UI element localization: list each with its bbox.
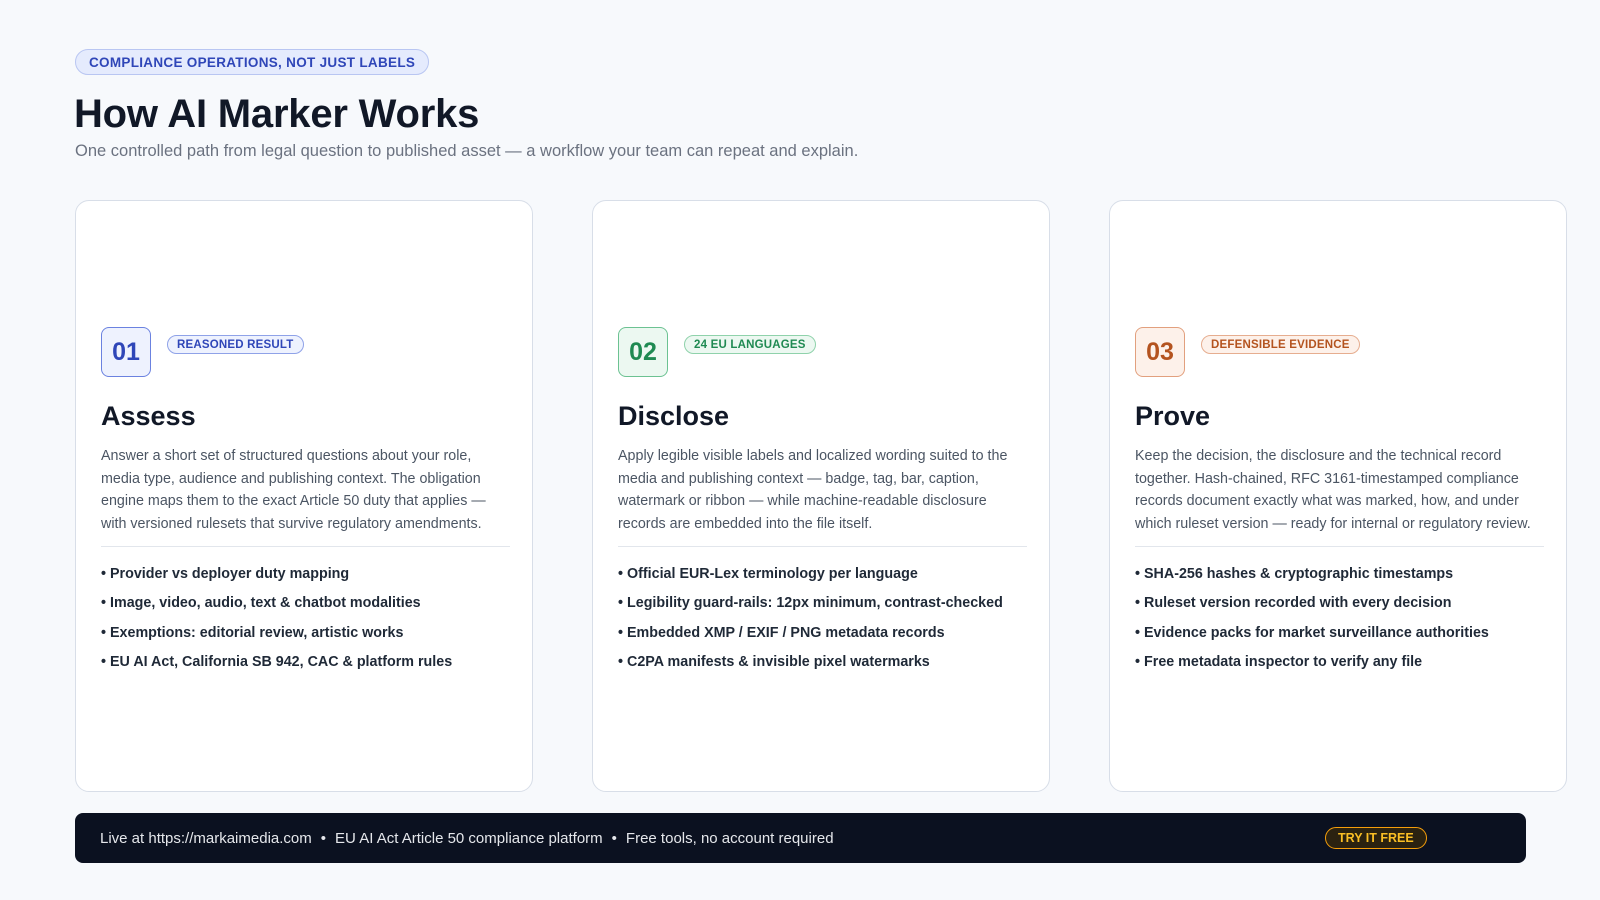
- feature-item: • Ruleset version recorded with every dec…: [1135, 595, 1452, 612]
- feature-item: • Provider vs deployer duty mapping: [101, 566, 350, 582]
- step-description: Keep the decision, the disclosure and th…: [1135, 448, 1531, 532]
- card-divider: [101, 546, 510, 547]
- feature-list: • SHA-256 hashes & cryptographic timestam…: [1135, 565, 1489, 682]
- bullet-icon: •: [618, 595, 624, 612]
- feature-item: • C2PA manifests & invisible pixel waterm…: [618, 653, 930, 670]
- feature-item: • Free metadata inspector to verify any f…: [1135, 653, 1423, 670]
- step-tag: REASONED RESULT: [167, 335, 304, 354]
- step-card-prove: 03 DEFENSIBLE EVIDENCE Prove Keep the de…: [1109, 200, 1567, 792]
- footer-bar: Live at https://markaimedia.com • EU AI …: [75, 813, 1526, 863]
- feature-item: • EU AI Act, California SB 942, CAC & pla…: [101, 653, 453, 670]
- footer-separator: •: [320, 829, 327, 847]
- page-title: How AI Marker Works: [74, 92, 480, 136]
- step-description: Apply legible visible labels and localiz…: [618, 448, 1008, 532]
- bullet-icon: •: [1135, 566, 1141, 582]
- bullet-icon: •: [618, 653, 624, 670]
- eyebrow-badge: COMPLIANCE OPERATIONS, NOT JUST LABELS: [75, 49, 430, 75]
- feature-list: • Official EUR-Lex terminology per langua…: [618, 565, 1003, 682]
- page: COMPLIANCE OPERATIONS, NOT JUST LABELS H…: [0, 0, 1600, 900]
- bullet-icon: •: [101, 624, 107, 641]
- bullet-icon: •: [101, 595, 107, 612]
- feature-item: • Evidence packs for market surveillance …: [1135, 624, 1489, 641]
- bullet-icon: •: [101, 653, 107, 670]
- bullet-icon: •: [1135, 595, 1141, 612]
- feature-list: • Provider vs deployer duty mapping • Imag…: [101, 565, 452, 682]
- step-tag: DEFENSIBLE EVIDENCE: [1201, 335, 1360, 354]
- bullet-icon: •: [618, 624, 624, 641]
- card-divider: [1135, 546, 1544, 547]
- feature-item: • SHA-256 hashes & cryptographic timestam…: [1135, 566, 1454, 582]
- footer-separator: •: [611, 829, 617, 847]
- try-it-free-button[interactable]: TRY IT FREE: [1325, 827, 1427, 849]
- feature-item: • Legibility guard-rails: 12px minimum, c…: [618, 595, 1003, 612]
- step-card-disclose: 02 24 EU LANGUAGES Disclose Apply legibl…: [592, 200, 1050, 792]
- footer-url-text: Live at https://markaimedia.com: [100, 829, 312, 847]
- feature-item: • Official EUR-Lex terminology per langua…: [618, 566, 918, 582]
- bullet-icon: •: [1135, 653, 1141, 670]
- feature-item: • Exemptions: editorial review, artistic …: [101, 624, 404, 641]
- step-card-assess: 01 REASONED RESULT Assess Answer a short…: [75, 200, 533, 792]
- footer-platform-text: EU AI Act Article 50 compliance platform: [335, 829, 603, 847]
- bullet-icon: •: [101, 566, 107, 582]
- step-title: Assess: [101, 401, 196, 431]
- footer-tools-text: Free tools, no account required: [625, 829, 834, 847]
- feature-item: • Embedded XMP / EXIF / PNG metadata reco…: [618, 624, 945, 641]
- step-tag: 24 EU LANGUAGES: [684, 335, 816, 354]
- bullet-icon: •: [1135, 624, 1141, 641]
- step-title: Disclose: [618, 401, 730, 431]
- card-divider: [618, 546, 1027, 547]
- step-title: Prove: [1135, 401, 1211, 431]
- footer-text: Live at https://markaimedia.com • EU AI …: [100, 813, 834, 863]
- step-description: Answer a short set of structured questio…: [101, 448, 486, 532]
- feature-item: • Image, video, audio, text & chatbot mod…: [101, 595, 421, 612]
- page-subtitle: One controlled path from legal question …: [75, 142, 859, 160]
- bullet-icon: •: [618, 566, 624, 582]
- step-number-badge: 01: [101, 327, 151, 377]
- step-number-badge: 03: [1135, 327, 1185, 377]
- step-number-badge: 02: [618, 327, 668, 377]
